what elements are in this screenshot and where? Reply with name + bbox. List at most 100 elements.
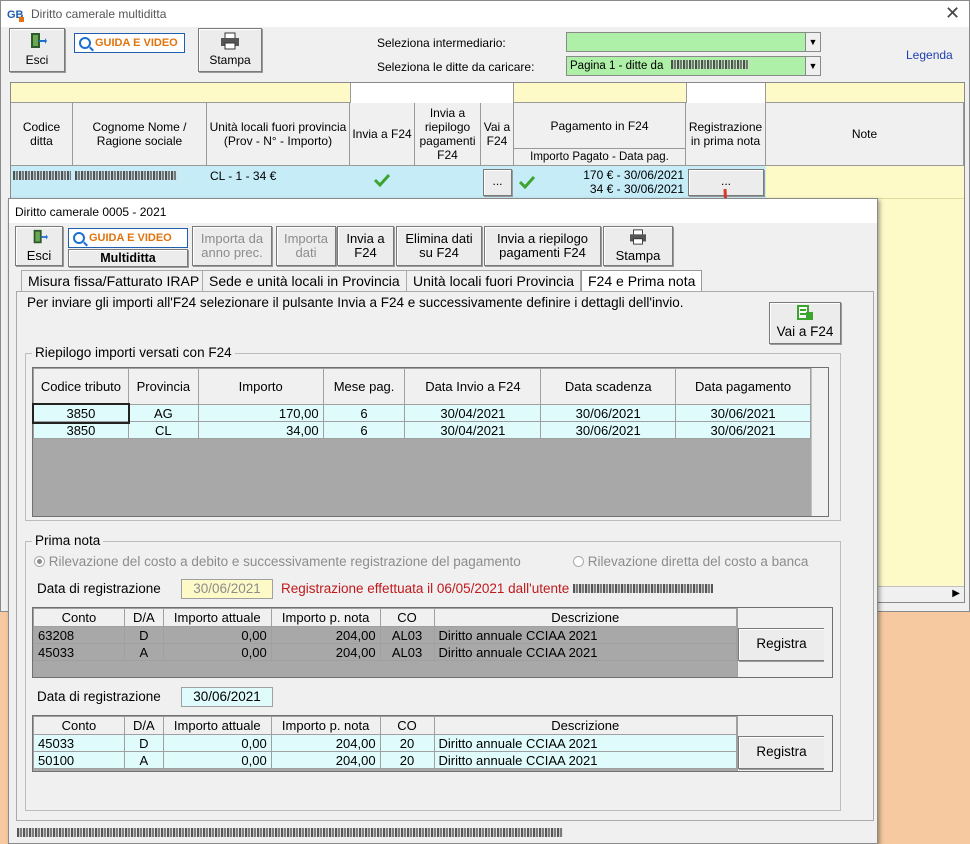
table-cell[interactable]: 20 [379, 734, 435, 752]
table-cell[interactable]: CL [127, 421, 199, 439]
table-cell[interactable]: A [123, 643, 164, 661]
table-cell[interactable]: 63208 [33, 626, 125, 644]
vai-f24-row-button[interactable]: ... [483, 169, 512, 196]
table-cell[interactable]: A [123, 751, 164, 769]
chevron-down-icon[interactable]: ▼ [805, 57, 820, 75]
vertical-scrollbar[interactable] [824, 716, 832, 771]
pagamento-cell: 170 € - 30/06/2021 34 € - 30/06/2021 [541, 168, 684, 196]
table-cell[interactable]: 30/06/2021 [540, 404, 677, 422]
table-row[interactable]: 45033 A 0,00 204,00 AL03 Diritto annuale CCIA… [33, 643, 738, 661]
table-cell[interactable]: 45033 [33, 734, 125, 752]
table-cell[interactable]: AL03 [379, 626, 435, 644]
printer-icon [221, 32, 239, 50]
col-header: D/A [123, 716, 164, 735]
col-header: Importo attuale [162, 716, 272, 735]
table-cell[interactable]: 20 [379, 751, 435, 769]
vai-f24-button[interactable]: Vai a F24 [769, 302, 841, 344]
table-cell[interactable]: 6 [322, 421, 406, 439]
table-cell[interactable]: Diritto annuale CCIAA 2021 [433, 734, 737, 752]
col-header-pagamento: Pagamento in F24 [514, 103, 686, 149]
info-text: Per inviare gli importi all'F24 selezion… [27, 295, 684, 310]
redacted-user [573, 584, 714, 593]
vertical-scrollbar[interactable] [811, 368, 828, 516]
table-cell[interactable]: AL03 [379, 643, 435, 661]
col-header-registrazione: Registrazione in prima nota [686, 103, 766, 166]
table-cell[interactable]: 204,00 [270, 643, 381, 661]
chevron-down-icon[interactable]: ▼ [805, 33, 820, 51]
note-cell[interactable] [766, 166, 964, 199]
table-cell[interactable]: 204,00 [270, 751, 381, 769]
data-registrazione-field[interactable]: 30/06/2021 [181, 687, 273, 707]
table-cell[interactable]: 30/06/2021 [675, 404, 811, 422]
table-cell[interactable]: 0,00 [162, 626, 272, 644]
scroll-right-icon[interactable]: ▶ [952, 588, 960, 599]
col-header: Provincia [127, 368, 199, 405]
guida-video-button[interactable]: GUIDA E VIDEO [74, 33, 185, 53]
table-cell[interactable]: 30/04/2021 [404, 421, 542, 439]
main-title-bar: GB Diritto camerale multiditta ✕ [1, 1, 969, 27]
table-row[interactable]: 45033 D 0,00 204,00 20 Diritto annuale CCIAA … [33, 734, 737, 752]
table-row[interactable]: 50100 A 0,00 204,00 20 Diritto annuale CCIAA … [33, 751, 737, 769]
table-cell[interactable]: 30/06/2021 [675, 421, 811, 439]
registra-button[interactable]: Registra [738, 628, 825, 661]
table-cell[interactable]: 45033 [33, 643, 125, 661]
table-cell[interactable]: Diritto annuale CCIAA 2021 [433, 751, 737, 769]
col-header-codice: Codice ditta [11, 103, 73, 166]
tab-misura-fissa[interactable]: Misura fissa/Fatturato IRAP [21, 270, 207, 291]
table-cell[interactable]: 170,00 [197, 404, 324, 422]
data-registrazione-field[interactable]: 30/06/2021 [181, 579, 273, 599]
dlg-guida-video-button[interactable]: GUIDA E VIDEO [68, 228, 188, 248]
table-row[interactable]: 3850 AG 170,00 6 30/04/2021 30/06/2021 30/06/2… [31, 402, 811, 424]
radio-costo-debito[interactable]: Rilevazione del costo a debito e success… [34, 554, 521, 569]
close-icon[interactable]: ✕ [945, 3, 960, 24]
intermediario-select[interactable]: ▼ [566, 32, 821, 52]
ditte-select[interactable]: Pagina 1 - ditte da ▼ [566, 56, 821, 76]
table-cell[interactable]: Diritto annuale CCIAA 2021 [433, 643, 738, 661]
table-row[interactable]: 63208 D 0,00 204,00 AL03 Diritto annuale CCIA… [33, 626, 738, 644]
invia-riepilogo-button[interactable]: Invia a riepilogo pagamenti F24 [484, 226, 601, 266]
table-cell[interactable]: D [123, 626, 164, 644]
dlg-guida-label: GUIDA E VIDEO [89, 232, 172, 244]
stampa-button[interactable]: Stampa [198, 28, 262, 72]
dlg-stampa-button[interactable]: Stampa [603, 226, 673, 266]
table-cell[interactable]: 204,00 [270, 626, 381, 644]
filter-cell[interactable] [350, 83, 514, 103]
col-header: Importo attuale [162, 608, 272, 627]
table-cell[interactable]: 30/04/2021 [404, 404, 542, 422]
tab-sede-provincia[interactable]: Sede e unità locali in Provincia [202, 270, 407, 291]
radio-costo-banca[interactable]: Rilevazione diretta del costo a banca [573, 554, 808, 569]
importa-anno-prec-button[interactable]: Importa da anno prec. [192, 226, 272, 266]
table-cell[interactable]: 204,00 [270, 734, 381, 752]
table-row[interactable]: 3850 CL 34,00 6 30/04/2021 30/06/2021 30/06/20… [33, 421, 811, 439]
table-cell[interactable]: 30/06/2021 [540, 421, 677, 439]
table-cell[interactable]: 50100 [33, 751, 125, 769]
table-cell[interactable]: 0,00 [162, 734, 272, 752]
importa-dati-button[interactable]: Importa dati [276, 226, 336, 266]
table-cell[interactable]: 3850 [31, 402, 131, 424]
registrazione-message: Registrazione effettuata il 06/05/2021 d… [281, 581, 714, 596]
prima-nota-group: Prima nota Rilevazione del costo a debit… [25, 533, 841, 811]
redacted-ragione [75, 171, 177, 180]
prima-nota-table-1: Conto D/A Importo attuale Importo p. not… [33, 608, 738, 661]
table-cell[interactable]: D [123, 734, 164, 752]
table-cell[interactable]: 34,00 [197, 421, 324, 439]
search-icon [79, 37, 91, 49]
tab-f24-prima-nota[interactable]: F24 e Prima nota [581, 270, 703, 291]
table-cell[interactable]: Diritto annuale CCIAA 2021 [433, 626, 738, 644]
tab-unita-fuori[interactable]: Unità locali fuori Provincia [406, 270, 582, 291]
esci-button[interactable]: Esci [9, 28, 65, 72]
vertical-scrollbar[interactable] [824, 608, 832, 677]
legenda-link[interactable]: Legenda [906, 48, 953, 62]
registra-button[interactable]: Registra [738, 736, 825, 769]
table-cell[interactable]: 6 [322, 404, 406, 422]
invia-f24-button[interactable]: Invia a F24 [337, 226, 394, 266]
dialog-title-bar: Diritto camerale 0005 - 2021 [9, 199, 877, 223]
filter-cell[interactable] [686, 83, 766, 103]
table-cell[interactable]: 3850 [33, 421, 129, 439]
table-cell[interactable]: 0,00 [162, 751, 272, 769]
dlg-esci-button[interactable]: Esci [15, 226, 63, 266]
table-cell[interactable]: AG [127, 404, 199, 422]
elimina-dati-f24-button[interactable]: Elimina dati su F24 [396, 226, 482, 266]
table-cell[interactable]: 0,00 [162, 643, 272, 661]
multiditta-button[interactable]: Multiditta [68, 249, 188, 267]
